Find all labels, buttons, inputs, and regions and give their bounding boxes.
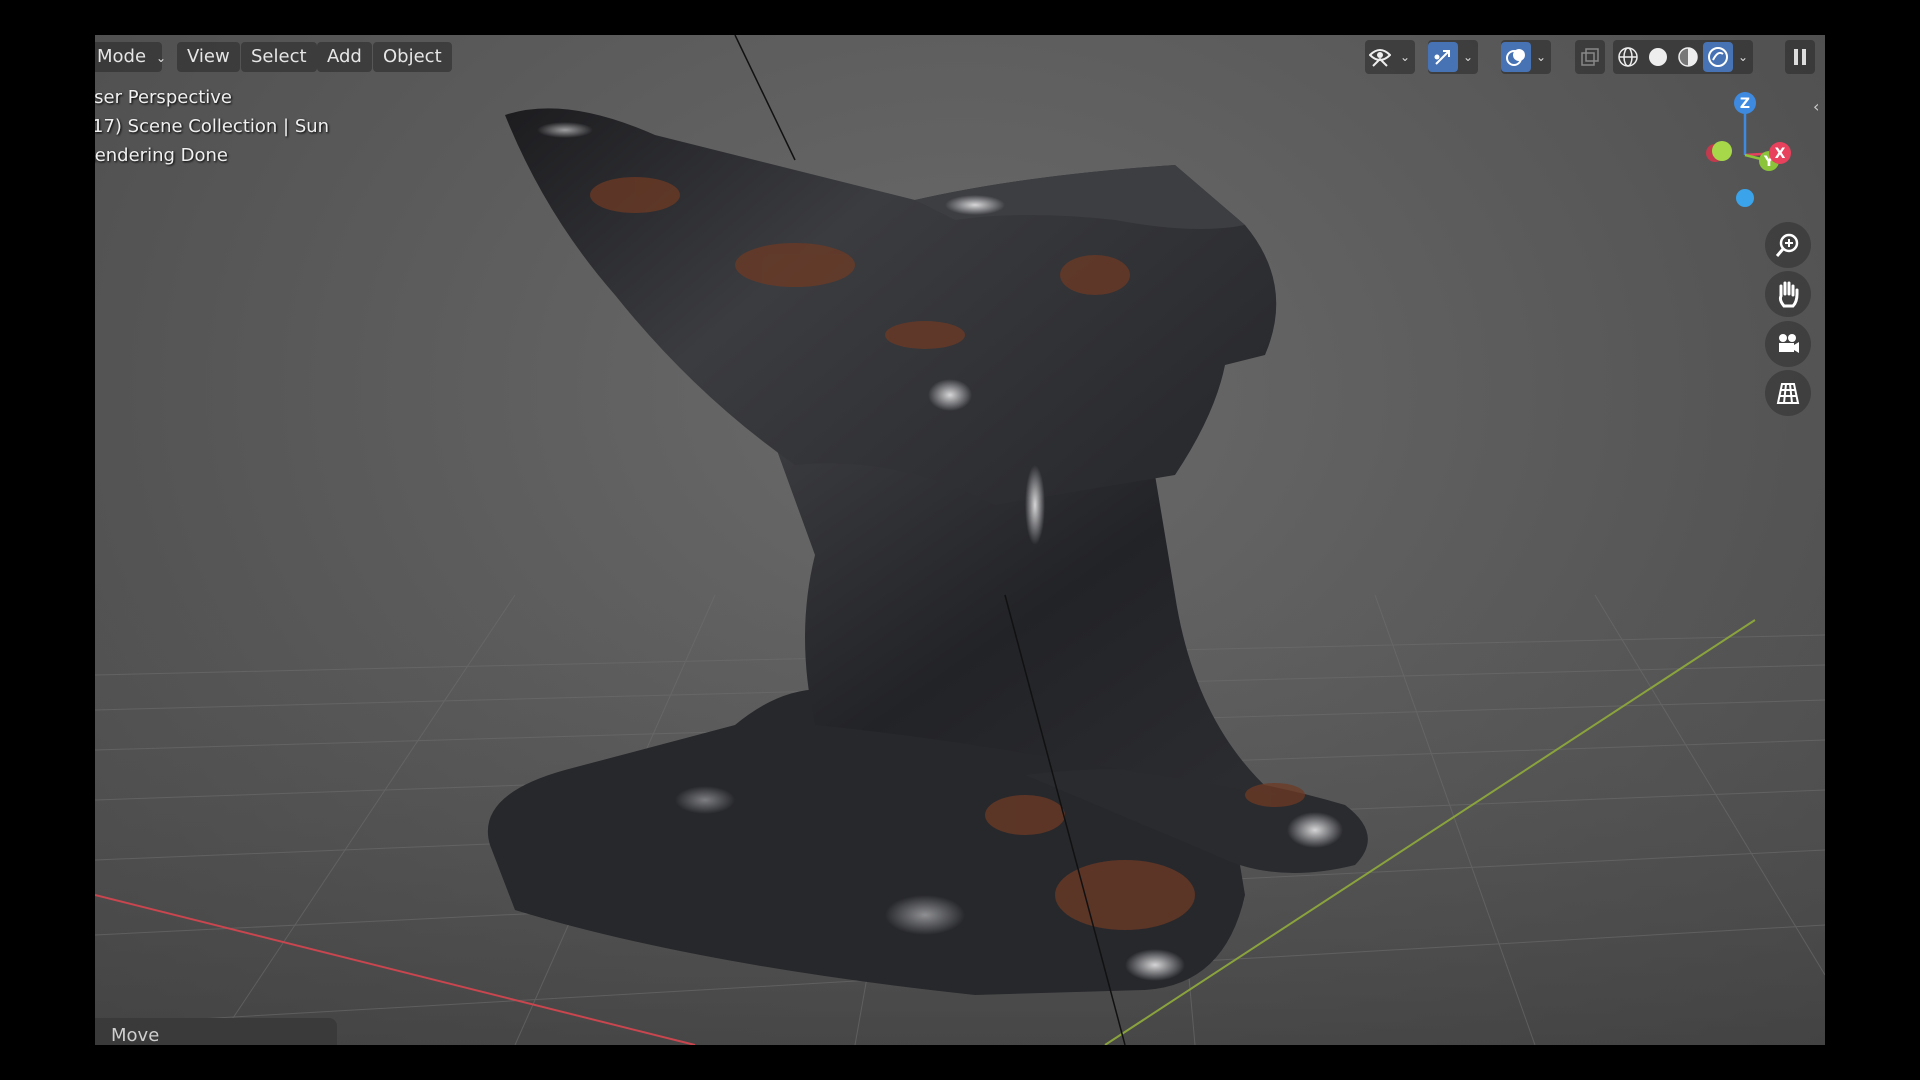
zoom-button[interactable] [1765, 222, 1811, 268]
sidebar-toggle-icon[interactable]: ‹ [1813, 97, 1819, 116]
pan-button[interactable] [1765, 271, 1811, 317]
shading-group[interactable]: ⌄ [1613, 40, 1753, 74]
camera-view-button[interactable] [1765, 321, 1811, 367]
gizmo-icon[interactable] [1428, 42, 1458, 72]
camera-icon [1779, 334, 1799, 353]
mode-dropdown[interactable]: Mode ⌄ [95, 42, 166, 72]
grid-icon [1776, 383, 1800, 404]
anvil-model [487, 108, 1368, 995]
light-direction-line [734, 35, 796, 161]
neg-z-handle [1736, 189, 1754, 207]
chevron-down-icon[interactable]: ⌄ [1458, 42, 1478, 72]
solid-shading-icon[interactable] [1643, 42, 1673, 72]
eye-icon[interactable] [1365, 42, 1395, 72]
collection-info: (17) Scene Collection | Sun [95, 116, 330, 137]
zoom-icon [1775, 233, 1799, 257]
last-operator-label: Move [111, 1025, 160, 1045]
visibility-group[interactable]: ⌄ [1365, 40, 1415, 74]
material-shading-icon[interactable] [1673, 42, 1703, 72]
overlay-toggle-group[interactable]: ⌄ [1501, 40, 1551, 74]
xray-icon[interactable] [1575, 42, 1605, 72]
chevron-down-icon[interactable]: ⌄ [1531, 42, 1551, 72]
chevron-down-icon[interactable]: ⌄ [1733, 42, 1753, 72]
menu-object[interactable]: Object [373, 42, 452, 72]
render-status: Rendering Done [95, 145, 228, 166]
pause-render-group[interactable] [1785, 40, 1815, 74]
chevron-down-icon: ⌄ [156, 51, 167, 65]
menu-add-label: Add [327, 46, 362, 67]
overlays-icon[interactable] [1501, 42, 1531, 72]
gizmo-toggle-group[interactable]: ⌄ [1428, 40, 1478, 74]
menu-view-label: View [187, 46, 230, 67]
chevron-down-icon[interactable]: ⌄ [1395, 42, 1415, 72]
neg-y-handle [1712, 141, 1732, 161]
pause-icon[interactable] [1785, 42, 1815, 72]
navigation-gizmo[interactable]: Y X Z [1685, 85, 1805, 215]
menu-select-label: Select [251, 46, 307, 67]
rendered-shading-icon[interactable] [1703, 42, 1733, 72]
mode-label: Mode [97, 46, 147, 67]
ortho-toggle-button[interactable] [1765, 370, 1811, 416]
menu-add[interactable]: Add [317, 42, 372, 72]
hand-icon [1778, 281, 1799, 308]
view-name: User Perspective [95, 87, 232, 108]
menu-object-label: Object [383, 46, 442, 67]
menu-select[interactable]: Select [241, 42, 317, 72]
viewport-scene[interactable] [95, 35, 1825, 1045]
menu-view[interactable]: View [177, 42, 240, 72]
last-operator-panel[interactable]: Move [95, 1018, 337, 1045]
xray-toggle-group[interactable] [1575, 40, 1605, 74]
z-axis-label: Z [1740, 96, 1750, 112]
3d-viewport[interactable]: Mode ⌄ View Select Add Object User Perspe… [95, 35, 1825, 1045]
wireframe-shading-icon[interactable] [1613, 42, 1643, 72]
x-axis-label: X [1775, 146, 1786, 162]
